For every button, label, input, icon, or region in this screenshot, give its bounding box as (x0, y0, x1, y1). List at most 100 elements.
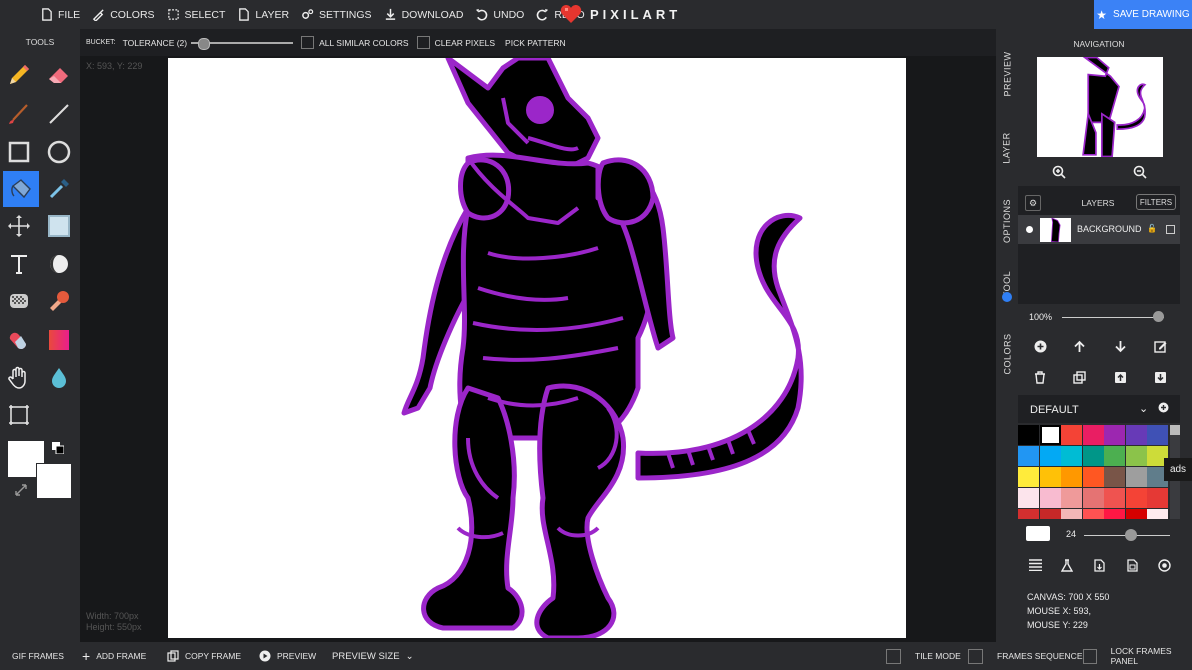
download-menu[interactable]: DOWNLOAD (384, 8, 463, 21)
preview-button[interactable]: PREVIEW (259, 650, 316, 662)
palette-swatch[interactable] (1104, 425, 1125, 445)
palette-swatch[interactable] (1082, 425, 1104, 445)
palette-swatch[interactable] (1147, 509, 1168, 519)
reset-colors-icon[interactable] (52, 442, 65, 455)
merge-down-icon[interactable] (1152, 369, 1168, 385)
arrow-down-icon[interactable] (1112, 338, 1128, 354)
palette-swatch[interactable] (1125, 425, 1147, 445)
palette-swatch[interactable] (1018, 467, 1039, 487)
dither-tool[interactable] (1, 283, 37, 319)
palette-swatch[interactable] (1061, 488, 1082, 508)
trash-icon[interactable] (1032, 369, 1048, 385)
preview-size-dropdown[interactable]: PREVIEW SIZE ⌄ (332, 651, 414, 662)
pick-pattern-button[interactable]: PICK PATTERN (505, 38, 566, 48)
swap-colors-icon[interactable] (14, 483, 28, 497)
palette-swatch[interactable] (1018, 509, 1039, 519)
merge-up-icon[interactable] (1112, 369, 1128, 385)
flask-icon[interactable] (1059, 557, 1075, 573)
color-picker-tool[interactable] (41, 171, 77, 207)
text-tool[interactable] (1, 246, 37, 282)
palette-swatch[interactable] (1061, 509, 1082, 519)
shading-tool[interactable] (41, 246, 77, 282)
navigation-preview[interactable] (1037, 57, 1163, 157)
arrow-up-icon[interactable] (1071, 338, 1087, 354)
secondary-color-swatch[interactable] (36, 463, 72, 499)
pixilart-logo[interactable]: PIXILART (560, 4, 681, 24)
palette-swatch[interactable] (1061, 446, 1082, 466)
undo-menu[interactable]: UNDO (475, 8, 524, 21)
lock-frames-checkbox[interactable] (1083, 648, 1097, 664)
palette-swatch[interactable] (1104, 509, 1125, 519)
add-icon[interactable] (1032, 338, 1048, 354)
palette-swatch[interactable] (1147, 425, 1168, 445)
water-tool[interactable] (41, 360, 77, 396)
line-tool[interactable] (41, 96, 77, 132)
eraser-tool[interactable] (41, 57, 77, 93)
all-similar-colors-checkbox[interactable] (301, 36, 315, 49)
tab-tool[interactable]: TOOL (996, 254, 1018, 314)
palette-swatch[interactable] (1061, 425, 1082, 445)
palette-swatch[interactable] (1018, 488, 1039, 508)
palette-swatch[interactable] (1125, 509, 1147, 519)
palette-swatch[interactable] (1018, 425, 1039, 445)
drawing-canvas[interactable] (168, 58, 906, 638)
palette-swatch[interactable] (1125, 446, 1147, 466)
zoom-slider[interactable] (1062, 311, 1164, 323)
layer-settings-icon[interactable]: ⚙ (1025, 195, 1041, 211)
pencil-tool[interactable] (1, 57, 37, 93)
tolerance-slider[interactable] (191, 37, 294, 50)
tolerance-slider-thumb[interactable] (197, 37, 210, 50)
bucket-tool[interactable] (3, 171, 39, 207)
current-color-swatch[interactable] (1026, 526, 1050, 541)
save-drawing-button[interactable]: ★ SAVE DRAWING (1094, 0, 1192, 29)
palette-swatch[interactable] (1082, 467, 1104, 487)
tile-mode-toggle[interactable]: TILE MODE (886, 648, 961, 664)
palette-swatch[interactable] (1104, 488, 1125, 508)
palette-swatch[interactable] (1082, 509, 1104, 519)
palette-swatch[interactable] (1039, 509, 1061, 519)
layer-menu[interactable]: LAYER (237, 8, 289, 21)
select-menu[interactable]: SELECT (167, 8, 225, 21)
palette-swatch[interactable] (1125, 467, 1147, 487)
duplicate-icon[interactable] (1071, 369, 1087, 385)
crop-tool[interactable] (1, 397, 37, 433)
fill-rectangle-tool[interactable] (41, 208, 77, 244)
palette-swatch[interactable] (1039, 446, 1061, 466)
tab-layer[interactable]: LAYER (996, 115, 1018, 181)
gif-frames-button[interactable]: GIF FRAMES (12, 651, 64, 661)
move-tool[interactable] (1, 208, 37, 244)
copy-frame-button[interactable]: COPY FRAME (167, 650, 241, 662)
edit-icon[interactable] (1152, 338, 1168, 354)
zoom-out-icon[interactable] (1132, 164, 1148, 180)
frames-sequence-toggle[interactable]: FRAMES SEQUENCE (968, 648, 1083, 664)
palette-swatch[interactable] (1082, 488, 1104, 508)
layer-visibility-icon[interactable] (1026, 226, 1033, 233)
chevron-down-icon[interactable]: ⌄ (1139, 402, 1148, 415)
layer-checkbox[interactable] (1166, 225, 1175, 234)
import-file-icon[interactable] (1091, 557, 1107, 573)
palette-swatch[interactable] (1125, 488, 1147, 508)
add-frame-button[interactable]: + ADD FRAME (82, 648, 146, 664)
ads-badge[interactable]: ads (1164, 458, 1192, 481)
ellipse-tool[interactable] (41, 134, 77, 170)
clear-pixels-checkbox[interactable] (416, 36, 430, 49)
palette-swatch[interactable] (1061, 467, 1082, 487)
target-icon[interactable] (1156, 557, 1172, 573)
palette-swatch[interactable] (1039, 425, 1061, 445)
palette-swatch[interactable] (1147, 488, 1168, 508)
tab-colors[interactable]: COLORS (996, 319, 1018, 389)
brush-tool[interactable] (1, 96, 37, 132)
file-menu[interactable]: FILE (40, 8, 80, 21)
add-palette-icon[interactable] (1158, 402, 1170, 414)
palette-swatch[interactable] (1018, 446, 1039, 466)
zoom-slider-thumb[interactable] (1153, 311, 1164, 322)
frames-sequence-checkbox[interactable] (968, 648, 983, 664)
palette-swatch[interactable] (1082, 446, 1104, 466)
palette-swatch[interactable] (1039, 488, 1061, 508)
pill-eraser-tool[interactable] (1, 322, 37, 358)
brush-size-slider[interactable] (1084, 529, 1170, 541)
lock-frames-toggle[interactable]: LOCK FRAMES PANEL (1083, 646, 1192, 666)
zoom-in-icon[interactable] (1051, 164, 1067, 180)
colors-menu[interactable]: COLORS (92, 8, 155, 21)
lock-icon[interactable]: 🔓 (1147, 224, 1157, 233)
